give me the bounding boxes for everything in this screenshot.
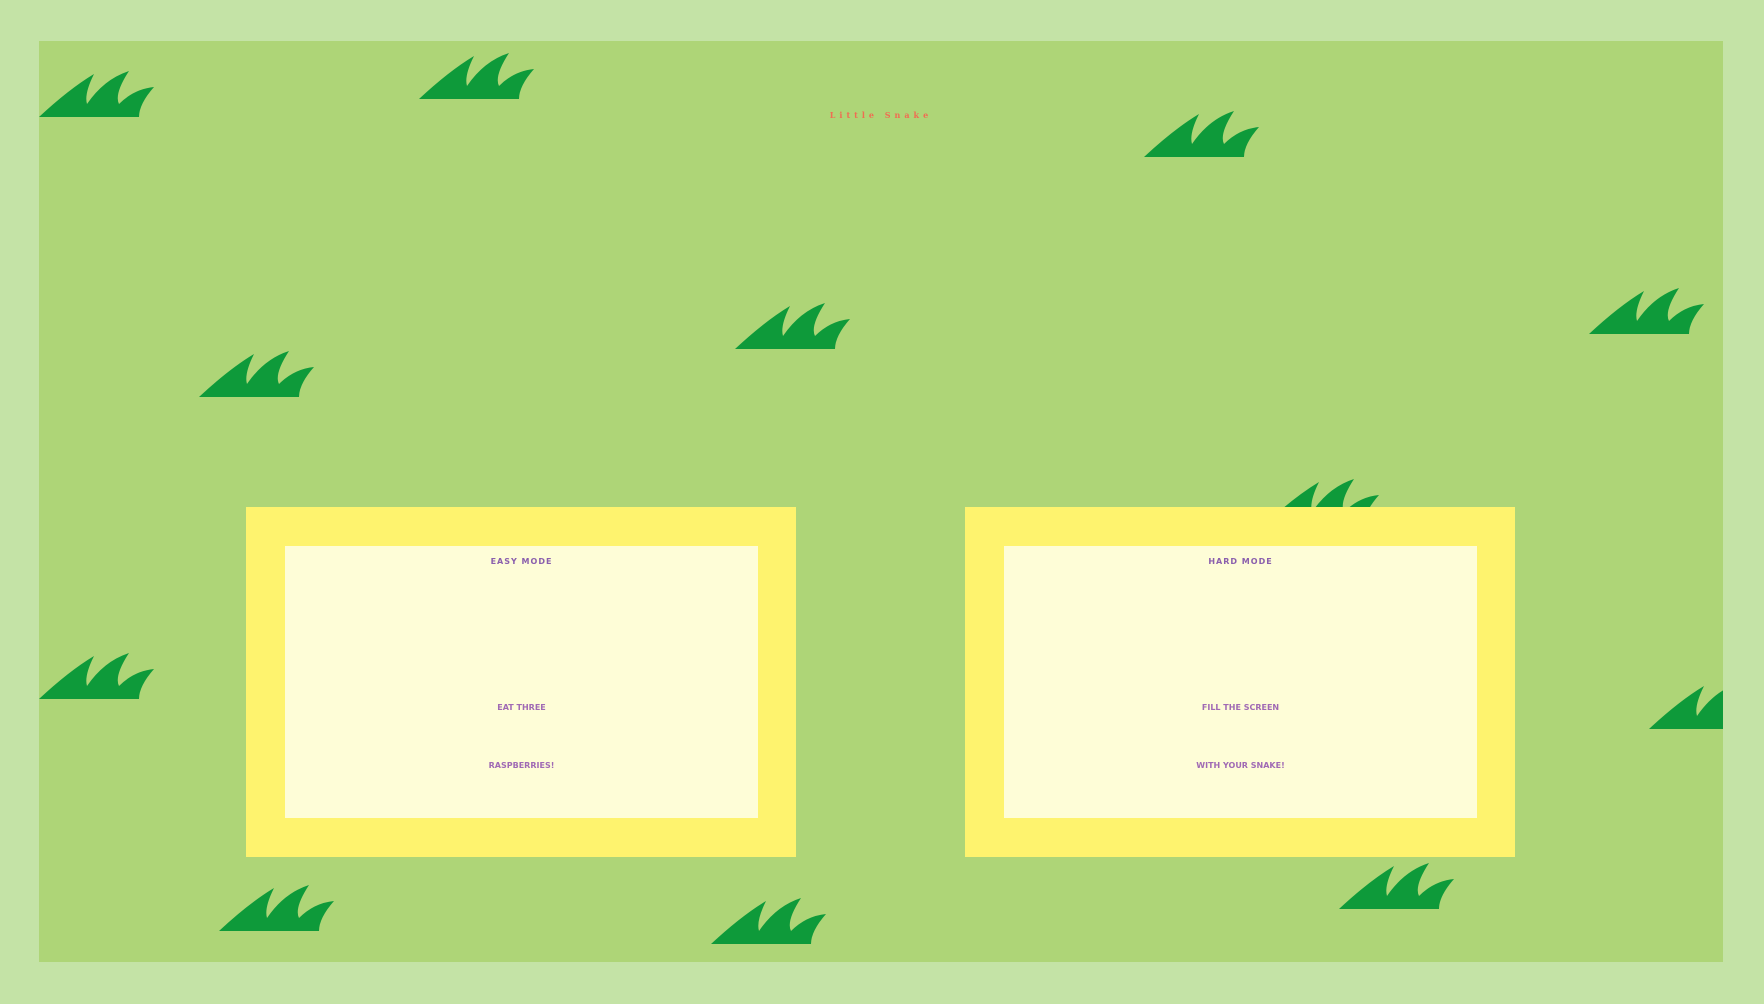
grass-tuft-icon bbox=[1144, 111, 1259, 157]
hard-mode-description-line-1: FILL THE SCREEN bbox=[1201, 703, 1280, 712]
easy-mode-title: EASY MODE bbox=[490, 557, 553, 566]
grass-tuft-icon bbox=[1649, 686, 1723, 729]
easy-mode-button[interactable]: EASY MODE EAT THREE RASPBERRIES! bbox=[246, 507, 796, 857]
grass-tuft-icon bbox=[419, 53, 534, 99]
grass-tuft-icon bbox=[39, 653, 154, 699]
grass-tuft-icon bbox=[219, 885, 334, 931]
game-board: Little Snake EASY MODE EAT THREE RASPBER… bbox=[39, 41, 1723, 962]
game-title: Little Snake bbox=[829, 110, 933, 120]
grass-tuft-icon bbox=[735, 303, 850, 349]
grass-tuft-icon bbox=[1589, 288, 1704, 334]
grass-tuft-icon bbox=[711, 898, 826, 944]
hard-mode-title: HARD MODE bbox=[1208, 557, 1273, 566]
grass-tuft-icon bbox=[199, 351, 314, 397]
hard-mode-panel: HARD MODE FILL THE SCREEN WITH YOUR SNAK… bbox=[1004, 546, 1477, 818]
grass-tuft-icon bbox=[1339, 863, 1454, 909]
easy-mode-description-line-1: EAT THREE bbox=[497, 703, 546, 712]
game-window: Little Snake EASY MODE EAT THREE RASPBER… bbox=[0, 0, 1764, 1004]
easy-mode-panel: EASY MODE EAT THREE RASPBERRIES! bbox=[285, 546, 758, 818]
easy-mode-description: EAT THREE RASPBERRIES! bbox=[285, 679, 758, 795]
grass-tuft-icon bbox=[39, 71, 154, 117]
hard-mode-button[interactable]: HARD MODE FILL THE SCREEN WITH YOUR SNAK… bbox=[965, 507, 1515, 857]
hard-mode-description: FILL THE SCREEN WITH YOUR SNAKE! bbox=[1004, 679, 1477, 795]
hard-mode-description-line-2: WITH YOUR SNAKE! bbox=[1196, 761, 1285, 770]
easy-mode-description-line-2: RASPBERRIES! bbox=[488, 761, 555, 770]
